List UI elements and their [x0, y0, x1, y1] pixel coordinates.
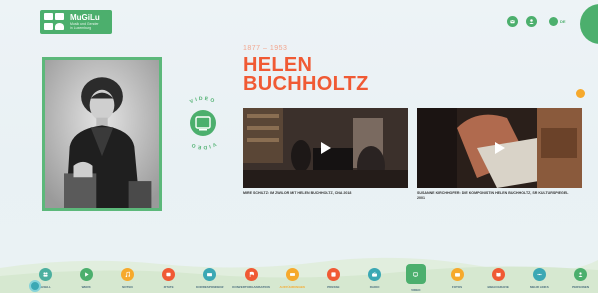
book-icon	[491, 268, 505, 281]
logo-title: MuGiLu	[70, 12, 100, 22]
nav-item-werk[interactable]: WERK	[67, 268, 105, 289]
account-icon[interactable]	[526, 16, 537, 27]
ticket-icon	[285, 268, 299, 281]
nav-label: PERSONEN	[572, 285, 590, 289]
flag-icon	[244, 268, 258, 281]
nav-item-aufführungen[interactable]: AUFFÜHRUNGEN	[273, 268, 311, 289]
nav-item-zitate[interactable]: ZITATE	[150, 268, 188, 289]
nav-label: FOTOS	[451, 285, 463, 289]
nav-label: PRESSE	[327, 285, 340, 289]
people-icon	[38, 268, 52, 281]
person-name: HELEN BUCHHOLTZ	[243, 55, 369, 95]
nav-label: MEHR LINKS	[530, 285, 549, 289]
contact-icon[interactable]	[507, 16, 518, 27]
play-icon[interactable]	[320, 142, 331, 154]
video-badge-label: VIDEO	[189, 96, 215, 105]
life-years: 1877 – 1953	[243, 45, 288, 52]
person-icon	[574, 268, 588, 281]
tv-icon	[405, 264, 426, 284]
video-badge: VIDEO VIDEO	[172, 92, 234, 154]
svg-text:VIDEO: VIDEO	[189, 96, 217, 105]
nav-item-personen[interactable]: PERSONEN	[562, 268, 598, 289]
nav-label: NOTEN	[122, 285, 133, 289]
nav-label: RADIO	[369, 285, 380, 289]
nav-label: ZITATE	[163, 285, 174, 289]
note-icon	[120, 268, 134, 281]
nav-item-korrespondenz[interactable]: KORRESPONDENZ	[191, 268, 229, 289]
accessibility-button[interactable]	[29, 280, 41, 292]
dots-icon	[532, 268, 546, 281]
video-thumbnail-1[interactable]	[243, 108, 408, 188]
svg-text:VIDEO: VIDEO	[189, 141, 217, 150]
video-caption-1: MIRE SCHILTZ: IM ZWILOR MIT HELEN BUCHHO…	[243, 191, 352, 195]
side-menu-tab[interactable]	[580, 4, 598, 44]
nav-item-bibliografie[interactable]: BIBLIOGRAFIE	[479, 268, 517, 289]
play-icon	[79, 268, 93, 281]
quote-icon	[162, 268, 176, 281]
logo-mark-icon	[44, 13, 66, 31]
nav-label: KORRESPONDENZ	[196, 285, 224, 289]
mail-icon	[203, 268, 217, 281]
scroll-indicator-dot[interactable]	[576, 89, 585, 98]
language-label: DE	[560, 19, 566, 24]
play-icon[interactable]	[494, 142, 505, 154]
site-logo[interactable]: MuGiLu Musik und Gender in Luxemburg	[40, 10, 112, 34]
logo-subtitle-2: in Luxemburg	[70, 26, 92, 30]
newspaper-icon	[326, 268, 340, 281]
nav-item-noten[interactable]: NOTEN	[108, 268, 146, 289]
nav-item-fotos[interactable]: FOTOS	[438, 268, 476, 289]
nav-item-video[interactable]: VIDEO	[397, 264, 435, 292]
nav-label: BIBLIOGRAFIE	[487, 285, 509, 289]
radio-icon	[368, 268, 382, 281]
nav-label: WERK	[81, 285, 91, 289]
video-badge-label-bottom: VIDEO	[189, 141, 215, 150]
camera-icon	[450, 268, 464, 281]
nav-item-presse[interactable]: PRESSE	[314, 268, 352, 289]
nav-label: AUFFÜHRUNGEN	[279, 285, 305, 289]
language-switcher[interactable]: DE	[549, 17, 566, 26]
nav-label: KONZERTORGANISATION	[232, 285, 270, 289]
nav-item-mehr-links[interactable]: MEHR LINKS	[520, 268, 558, 289]
video-thumbnail-2[interactable]	[417, 108, 582, 188]
nav-item-konzertorganisation[interactable]: KONZERTORGANISATION	[232, 268, 270, 289]
page: MuGiLu Musik und Gender in Luxemburg DE	[0, 0, 598, 293]
nav-item-radio[interactable]: RADIO	[356, 268, 394, 289]
nav-label: VIDEO	[411, 288, 421, 292]
globe-icon	[549, 17, 558, 26]
portrait-image	[42, 57, 162, 211]
last-name: BUCHHOLTZ	[243, 73, 369, 95]
video-caption-2: SUSANNE KIRCHHOFER: DIE KOMPONISTIN HELE…	[417, 191, 569, 200]
